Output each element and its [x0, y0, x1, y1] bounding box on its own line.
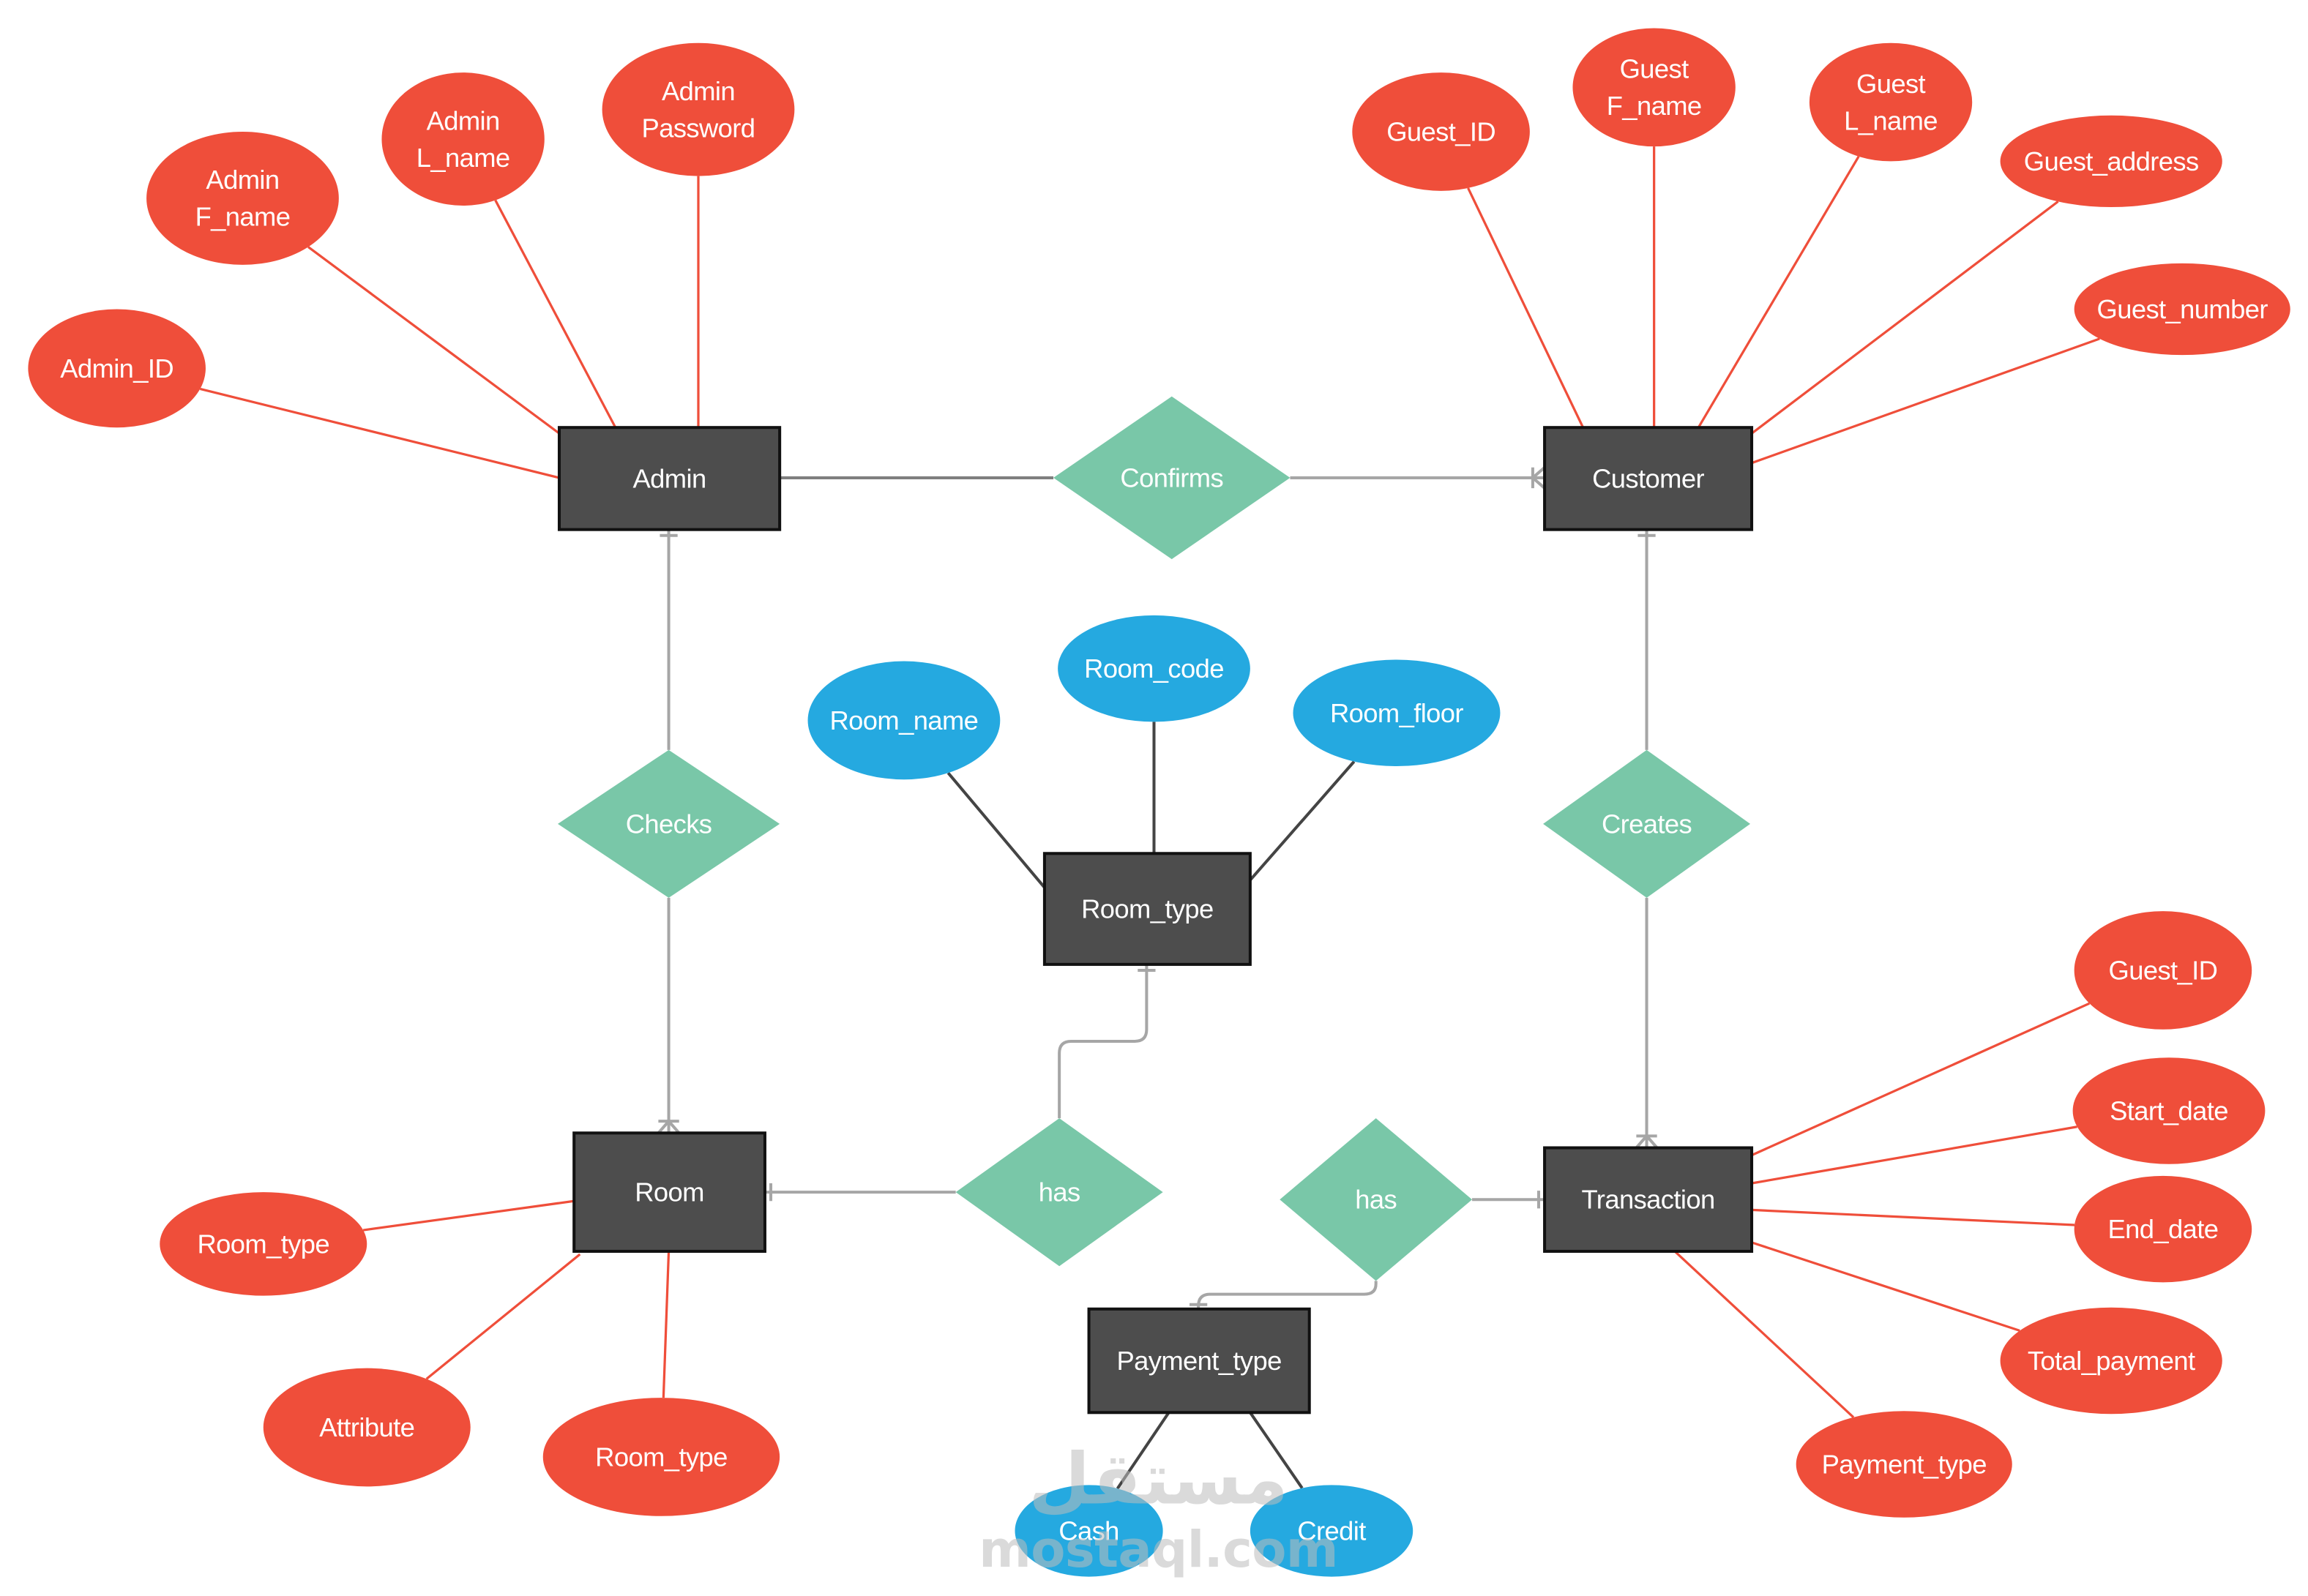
watermark-arabic: مستقل	[1028, 1438, 1288, 1521]
attribute-label: F_name	[1607, 91, 1702, 121]
relationship-has-room[interactable]: has	[955, 1118, 1163, 1267]
attribute-trans-guest-id[interactable]: Guest_ID	[2074, 911, 2252, 1030]
attribute-label: L_name	[417, 143, 510, 173]
attribute-label: Total_payment	[2028, 1346, 2195, 1376]
attribute-trans-payment-type[interactable]: Payment_type	[1796, 1411, 2012, 1518]
attribute-connector	[1467, 187, 1585, 428]
entity-room[interactable]: Room	[572, 1131, 766, 1254]
relationship-confirms[interactable]: Confirms	[1053, 396, 1291, 560]
attribute-label: Guest_ID	[2109, 955, 2218, 985]
entity-label: Transaction	[1582, 1185, 1715, 1215]
entity-admin[interactable]: Admin	[557, 426, 782, 531]
attribute-connector	[1751, 1241, 2020, 1332]
connector-has-paymenttype	[1197, 1281, 1378, 1309]
attribute-admin-id[interactable]: Admin_ID	[28, 309, 206, 428]
entity-label: Customer	[1592, 463, 1704, 493]
attribute-label: Admin	[427, 105, 500, 135]
attribute-admin-lname[interactable]: Admin L_name	[381, 72, 545, 206]
entity-payment-type[interactable]: Payment_type	[1087, 1307, 1311, 1415]
attribute-label: End_date	[2107, 1214, 2218, 1244]
attribute-admin-fname[interactable]: Admin F_name	[146, 131, 339, 265]
attribute-connector	[1697, 156, 1860, 429]
entity-customer[interactable]: Customer	[1543, 426, 1754, 531]
attribute-room-code[interactable]: Room_code	[1058, 615, 1250, 722]
attribute-room-room-type[interactable]: Room_type	[160, 1192, 367, 1296]
attribute-label: Room_floor	[1330, 698, 1463, 728]
attribute-trans-total-payment[interactable]: Total_payment	[2000, 1307, 2222, 1415]
attribute-label: Guest_address	[2024, 146, 2199, 176]
relationship-label: has	[1355, 1185, 1397, 1215]
relationship-checks[interactable]: Checks	[557, 749, 780, 898]
relationship-has-payment[interactable]: has	[1280, 1118, 1473, 1281]
attribute-room-room-type-2[interactable]: Room_type	[542, 1398, 780, 1516]
attribute-label: Admin	[206, 165, 279, 195]
attribute-label: Room_type	[595, 1442, 728, 1472]
attribute-connector	[946, 771, 1046, 889]
relationship-creates[interactable]: Creates	[1543, 749, 1751, 898]
entity-room-type[interactable]: Room_type	[1042, 852, 1252, 966]
attribute-connector	[1751, 337, 2100, 465]
attribute-guest-address[interactable]: Guest_address	[2000, 115, 2222, 208]
attribute-label: Room_code	[1084, 653, 1224, 683]
attribute-label: Attribute	[319, 1412, 414, 1442]
attribute-label: Room_name	[830, 705, 979, 735]
attribute-label: L_name	[1844, 105, 1938, 135]
attribute-label: Guest_number	[2097, 294, 2268, 324]
attribute-label: Payment_type	[1822, 1450, 1987, 1480]
entity-label: Room_type	[1081, 894, 1214, 924]
attribute-connector	[1673, 1250, 1855, 1418]
attribute-connector	[199, 387, 560, 479]
attribute-trans-start-date[interactable]: Start_date	[2072, 1057, 2266, 1164]
attribute-connector	[307, 246, 560, 435]
attribute-label: Room_type	[197, 1229, 329, 1259]
attribute-guest-id[interactable]: Guest_ID	[1352, 72, 1530, 191]
attribute-label: Admin	[662, 76, 735, 106]
attribute-label: F_name	[195, 202, 291, 232]
entity-transaction[interactable]: Transaction	[1543, 1146, 1754, 1254]
attribute-admin-password[interactable]: Admin Password	[602, 42, 795, 176]
relationship-label: Checks	[626, 809, 712, 839]
entity-label: Payment_type	[1117, 1346, 1282, 1376]
attribute-label: Admin_ID	[60, 353, 173, 383]
attribute-room-floor[interactable]: Room_floor	[1293, 659, 1501, 767]
attribute-connector	[662, 1251, 671, 1398]
attribute-label: Guest_ID	[1386, 116, 1495, 146]
attribute-connector	[362, 1199, 575, 1232]
attribute-guest-number[interactable]: Guest_number	[2074, 263, 2290, 356]
entity-label: Admin	[633, 463, 706, 493]
attribute-connector	[1249, 760, 1356, 882]
relationship-label: Creates	[1602, 809, 1692, 839]
attribute-trans-end-date[interactable]: End_date	[2074, 1175, 2252, 1283]
attribute-label: Password	[642, 113, 755, 143]
attribute-label: Start_date	[2110, 1095, 2228, 1125]
attribute-guest-fname[interactable]: Guest F_name	[1572, 28, 1736, 147]
attribute-connector	[1751, 201, 2059, 435]
attribute-connector	[1751, 1208, 2075, 1226]
connector-has-roomtype	[1058, 964, 1149, 1119]
entity-label: Room	[635, 1177, 704, 1207]
er-diagram: Admin_ID Admin F_name Admin L_name Admin Passw…	[28, 28, 2290, 1580]
watermark: مستقل mostaql.com	[979, 1438, 1338, 1580]
relationship-label: Confirms	[1120, 462, 1223, 492]
attribute-connector	[1751, 1125, 2077, 1185]
attribute-connector	[425, 1253, 581, 1380]
watermark-latin: mostaql.com	[979, 1521, 1338, 1579]
attribute-label: Guest	[1856, 69, 1926, 99]
attribute-room-attribute[interactable]: Attribute	[263, 1368, 471, 1487]
relationship-label: has	[1039, 1177, 1080, 1207]
attribute-connector	[494, 199, 617, 428]
attribute-label: Guest	[1620, 54, 1689, 84]
attribute-room-name[interactable]: Room_name	[807, 661, 1001, 780]
attribute-guest-lname[interactable]: Guest L_name	[1809, 42, 1973, 162]
